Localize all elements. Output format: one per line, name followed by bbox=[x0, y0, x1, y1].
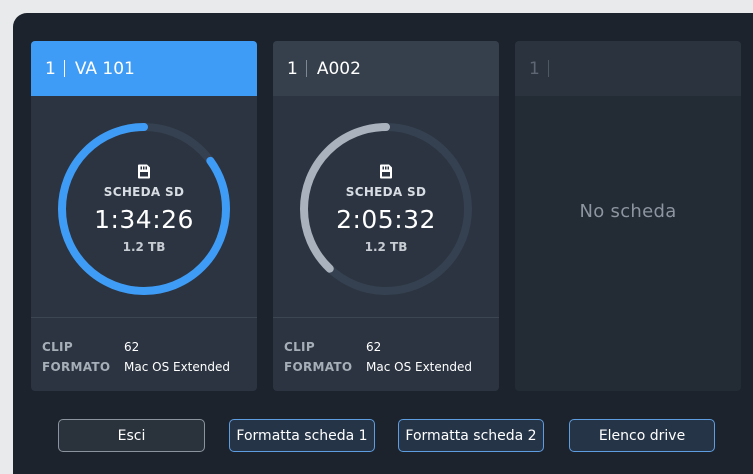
separator bbox=[305, 60, 307, 77]
sd-card-icon bbox=[380, 164, 392, 179]
media-card-2[interactable]: 1 A002 SCHEDA SD 2:05:32 1.2 TB CLIP 62 … bbox=[273, 41, 499, 391]
card-info: CLIP 62 FORMATO Mac OS Extended bbox=[284, 337, 472, 377]
card-header: 1 bbox=[515, 41, 741, 96]
media-type-label: SCHEDA SD bbox=[103, 185, 185, 199]
clip-label: CLIP bbox=[284, 340, 315, 354]
clip-label: CLIP bbox=[42, 340, 73, 354]
remaining-time: 2:05:32 bbox=[336, 205, 436, 234]
capacity-label: 1.2 TB bbox=[122, 240, 166, 254]
card-info: CLIP 62 FORMATO Mac OS Extended bbox=[42, 337, 230, 377]
card-name: A002 bbox=[316, 58, 361, 79]
card-header: 1 VA 101 bbox=[31, 41, 257, 96]
clip-value: 62 bbox=[124, 340, 140, 354]
format-label: FORMATO bbox=[284, 360, 353, 374]
slot-number: 1 bbox=[287, 58, 298, 79]
card-header: 1 A002 bbox=[273, 41, 499, 96]
remaining-time: 1:34:26 bbox=[94, 205, 194, 234]
slot-number: 1 bbox=[529, 58, 540, 79]
format-value: Mac OS Extended bbox=[124, 360, 230, 374]
ring-center: SCHEDA SD 1:34:26 1.2 TB bbox=[54, 119, 234, 299]
slot-number: 1 bbox=[45, 58, 56, 79]
drive-list-button[interactable]: Elenco drive bbox=[569, 419, 715, 452]
media-type-label: SCHEDA SD bbox=[345, 185, 427, 199]
exit-button[interactable]: Esci bbox=[58, 419, 205, 452]
no-card-message: No scheda bbox=[579, 201, 677, 222]
ring-center: SCHEDA SD 2:05:32 1.2 TB bbox=[296, 119, 476, 299]
format-card-1-button[interactable]: Formatta scheda 1 bbox=[229, 419, 375, 452]
format-card-2-button[interactable]: Formatta scheda 2 bbox=[398, 419, 544, 452]
format-label: FORMATO bbox=[42, 360, 111, 374]
separator bbox=[547, 60, 549, 77]
media-card-1[interactable]: 1 VA 101 SCHEDA SD 1:34:26 1.2 TB CLIP 6… bbox=[31, 41, 257, 391]
divider bbox=[31, 317, 257, 318]
media-card-3[interactable]: 1 No scheda bbox=[515, 41, 741, 391]
media-screen: 1 VA 101 SCHEDA SD 1:34:26 1.2 TB CLIP 6… bbox=[13, 13, 753, 474]
clip-value: 62 bbox=[366, 340, 382, 354]
separator bbox=[63, 60, 65, 77]
capacity-label: 1.2 TB bbox=[364, 240, 408, 254]
sd-card-icon bbox=[138, 164, 150, 179]
card-name: VA 101 bbox=[74, 58, 135, 79]
divider bbox=[273, 317, 499, 318]
format-value: Mac OS Extended bbox=[366, 360, 472, 374]
